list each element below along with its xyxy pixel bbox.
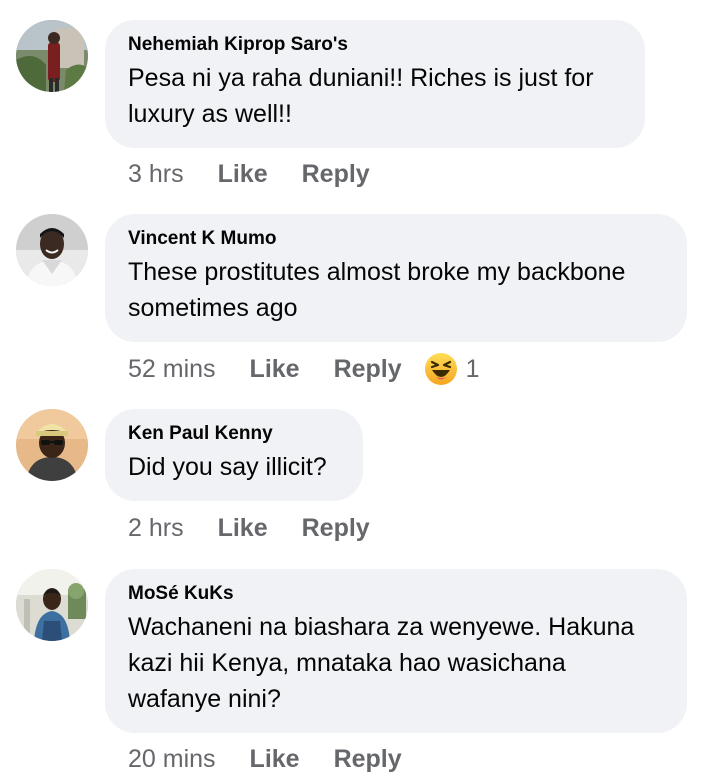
comment-bubble: Vincent K Mumo These prostitutes almost … <box>105 214 687 342</box>
reaction-count: 1 <box>465 354 480 383</box>
comment-timestamp[interactable]: 3 hrs <box>128 160 184 189</box>
comment-text: Pesa ni ya raha duniani!! Riches is just… <box>128 64 594 128</box>
comment-timestamp[interactable]: 20 mins <box>128 745 216 774</box>
comment-author[interactable]: Ken Paul Kenny <box>128 423 339 445</box>
haha-emoji-icon <box>424 353 457 385</box>
profile-photo-icon <box>16 569 88 641</box>
avatar[interactable] <box>16 409 88 481</box>
reply-button[interactable]: Reply <box>334 745 402 774</box>
profile-photo-icon <box>16 409 88 481</box>
reply-button[interactable]: Reply <box>302 160 370 189</box>
comment-author[interactable]: MoSé KuKs <box>128 583 663 605</box>
comment-bubble: Ken Paul Kenny Did you say illicit? <box>105 409 363 501</box>
like-button[interactable]: Like <box>218 160 268 189</box>
comment-actions: 2 hrs Like Reply <box>128 510 370 546</box>
comment-author[interactable]: Nehemiah Kiprop Saro's <box>128 34 621 56</box>
like-button[interactable]: Like <box>218 514 268 543</box>
comment-bubble: Nehemiah Kiprop Saro's Pesa ni ya raha d… <box>105 20 645 148</box>
reply-button[interactable]: Reply <box>302 514 370 543</box>
avatar[interactable] <box>16 214 88 286</box>
comment-text: Wachaneni na biashara za wenyewe. Hakuna… <box>128 613 635 713</box>
comment-bubble: MoSé KuKs Wachaneni na biashara za wenye… <box>105 569 687 733</box>
comment-timestamp[interactable]: 52 mins <box>128 355 216 384</box>
avatar[interactable] <box>16 569 88 641</box>
like-button[interactable]: Like <box>250 745 300 774</box>
comment-actions: 20 mins Like Reply <box>128 741 402 777</box>
profile-photo-icon <box>16 20 88 92</box>
comment-actions: 52 mins Like Reply 1 <box>128 351 480 387</box>
comment-timestamp[interactable]: 2 hrs <box>128 514 184 543</box>
reaction-summary[interactable]: 1 <box>424 352 480 386</box>
profile-photo-icon <box>16 214 88 286</box>
like-button[interactable]: Like <box>250 355 300 384</box>
comment-actions: 3 hrs Like Reply <box>128 156 370 192</box>
comment-author[interactable]: Vincent K Mumo <box>128 228 663 250</box>
comment-text: Did you say illicit? <box>128 453 327 481</box>
avatar[interactable] <box>16 20 88 92</box>
reply-button[interactable]: Reply <box>334 355 402 384</box>
comment-text: These prostitutes almost broke my backbo… <box>128 258 626 322</box>
